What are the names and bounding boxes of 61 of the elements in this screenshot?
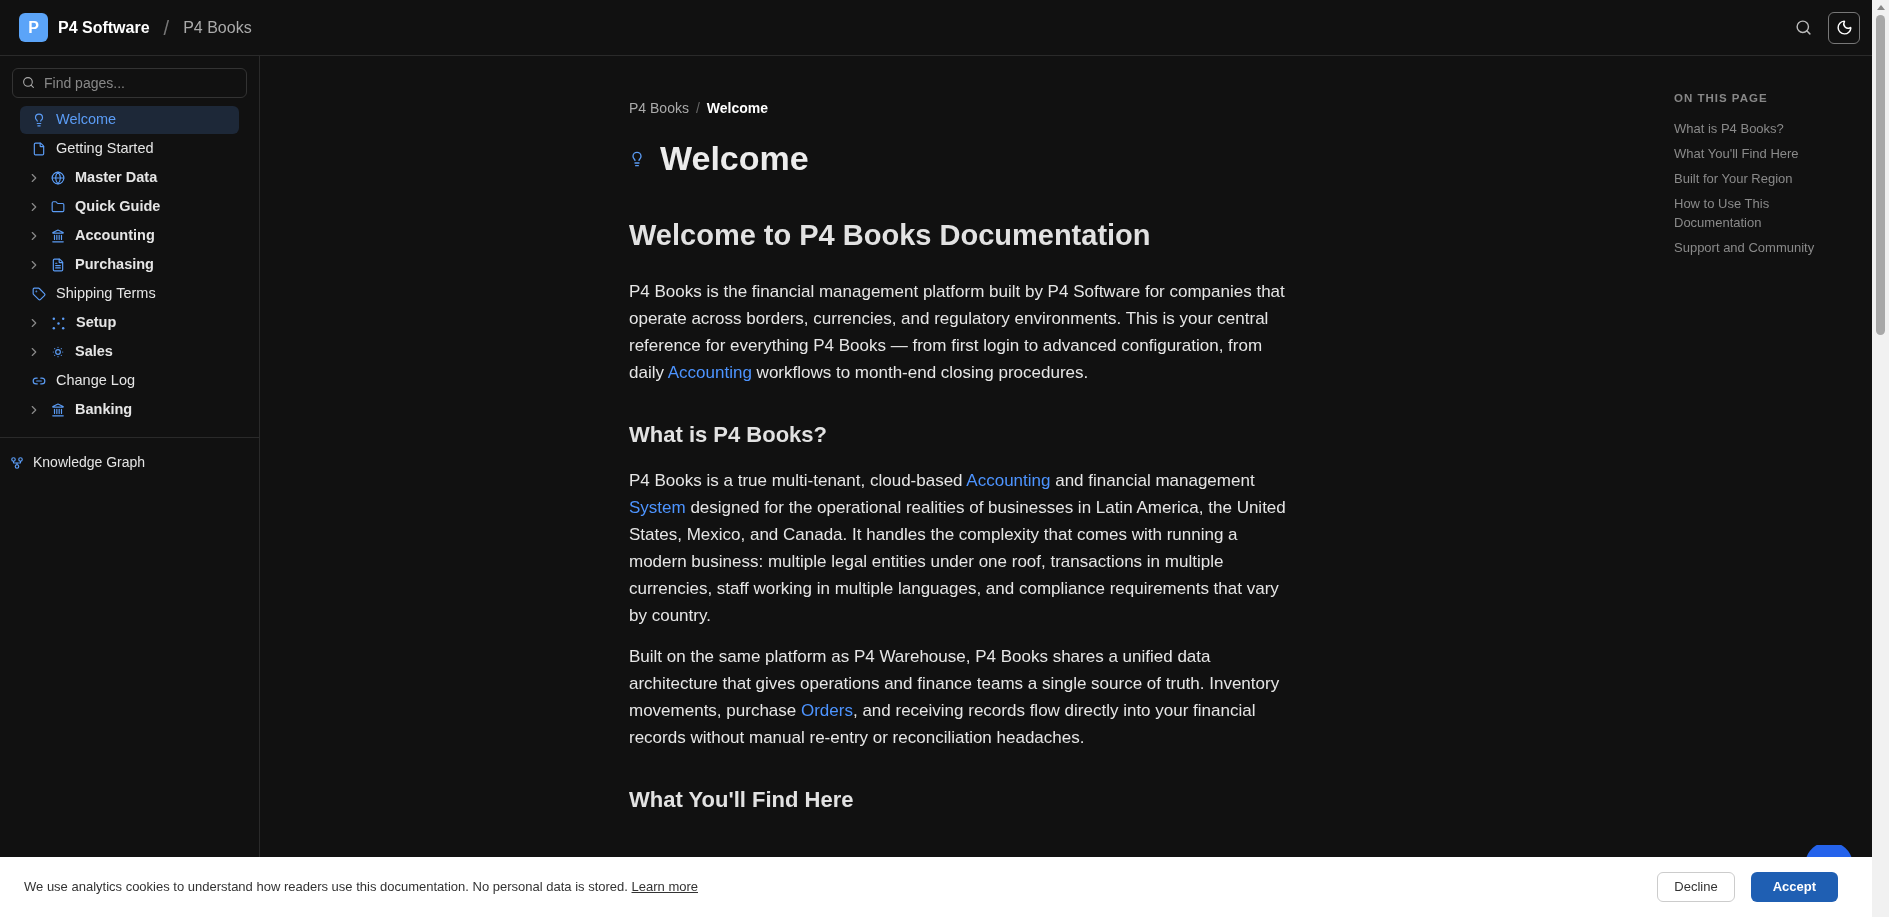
breadcrumb-item[interactable]: P4 Books: [629, 98, 689, 119]
sidebar-item[interactable]: Setup: [20, 309, 239, 337]
paragraph: P4 Books is the financial management platform built by P4 Software for companies that operate across borders, currencies, and regulatory environments. This is your central reference for everything P4 Books — from first login to advanced configuration, from daily Accounting workflows to month-end closing procedures.: [629, 280, 1286, 384]
floating-action-button[interactable]: [1805, 845, 1853, 857]
search-icon[interactable]: [1795, 19, 1812, 36]
bank-icon: [51, 403, 65, 417]
toc-link[interactable]: What You'll Find Here: [1674, 144, 1824, 164]
tag-icon: [32, 287, 46, 301]
graph-icon: [10, 455, 24, 470]
sidebar-item[interactable]: Change Log: [20, 367, 239, 395]
breadcrumb-item: Welcome: [706, 99, 769, 118]
subsection-heading: What is P4 Books?: [629, 420, 829, 449]
folder-icon: [51, 200, 65, 214]
page-title: Welcome: [660, 138, 809, 179]
paragraph: P4 Books is a true multi-tenant, cloud-based Accounting and financial management System designed for the operational realities of businesses in Latin America, the United States, Mexico, and Canada. It handles the complexity that comes with running a modern business: multiple legal entities under one roof, transactions in multiple currencies, staff working in multiple languages, and compliance requirements that vary by country.: [629, 469, 1287, 627]
toc-link[interactable]: Support and Community: [1674, 238, 1824, 258]
file-icon: [32, 142, 46, 156]
text-link[interactable]: Accounting: [966, 470, 1051, 490]
sidebar-item[interactable]: Welcome: [20, 106, 239, 134]
text-link[interactable]: Orders: [800, 700, 853, 720]
cookie-message: We use analytics cookies to understand how readers use this documentation. No personal data is stored. Learn more: [24, 878, 698, 897]
text-link[interactable]: System: [629, 497, 686, 517]
breadcrumb-separator: /: [695, 99, 700, 118]
toc-link[interactable]: Built for Your Region: [1674, 169, 1824, 189]
sidebar-item[interactable]: Purchasing: [20, 251, 239, 279]
sidebar-item[interactable]: Banking: [20, 396, 239, 424]
toc-heading: ON THIS PAGE: [1674, 91, 1769, 106]
search-field[interactable]: Find pages...: [12, 68, 247, 98]
sidebar-item[interactable]: Quick Guide: [20, 193, 239, 221]
paragraph: Built on the same platform as P4 Warehouse, P4 Books shares a unified data architecture that gives operations and finance teams a single source of truth. Inventory movements, purchase Orders, and receiving records flow directly into your financial records without manual re-entry or reconciliation headaches.: [629, 645, 1281, 749]
moon-icon: [1835, 19, 1853, 36]
sun-icon: [51, 345, 65, 359]
lightbulb-icon: [629, 150, 645, 167]
theme-toggle-button[interactable]: [1828, 11, 1860, 44]
search-icon: [22, 76, 35, 89]
scroll-up-arrow-icon[interactable]: [1876, 5, 1885, 10]
product-name[interactable]: P4 Books: [183, 15, 252, 40]
globe-icon: [51, 171, 65, 185]
link-icon: [32, 374, 46, 388]
knowledge-graph-link[interactable]: Knowledge Graph: [10, 452, 249, 473]
sidebar-item[interactable]: Accounting: [20, 222, 239, 250]
bank-icon: [51, 229, 65, 243]
sidebar-item[interactable]: Shipping Terms: [20, 280, 239, 308]
toc-link[interactable]: How to Use This Documentation: [1674, 194, 1824, 233]
breadcrumb-separator: /: [163, 15, 170, 41]
text-link[interactable]: Accounting: [667, 362, 752, 382]
lightbulb-icon: [32, 113, 46, 127]
subsection-heading: What You'll Find Here: [629, 785, 855, 814]
brand-name[interactable]: P4 Software: [58, 15, 150, 40]
sidebar-item[interactable]: Sales: [20, 338, 239, 366]
sidebar-item[interactable]: Getting Started: [20, 135, 239, 163]
document-icon: [51, 258, 65, 272]
scrollbar[interactable]: [1872, 0, 1889, 917]
decline-button[interactable]: Decline: [1657, 872, 1735, 902]
accept-button[interactable]: Accept: [1750, 872, 1838, 902]
section-heading: Welcome to P4 Books Documentation: [629, 218, 1152, 253]
sidebar-item[interactable]: Master Data: [20, 164, 239, 192]
toc-link[interactable]: What is P4 Books?: [1674, 119, 1824, 139]
scrollbar-thumb[interactable]: [1876, 15, 1885, 335]
dots-icon: [51, 315, 66, 331]
learn-more-link[interactable]: Learn more: [631, 879, 698, 895]
